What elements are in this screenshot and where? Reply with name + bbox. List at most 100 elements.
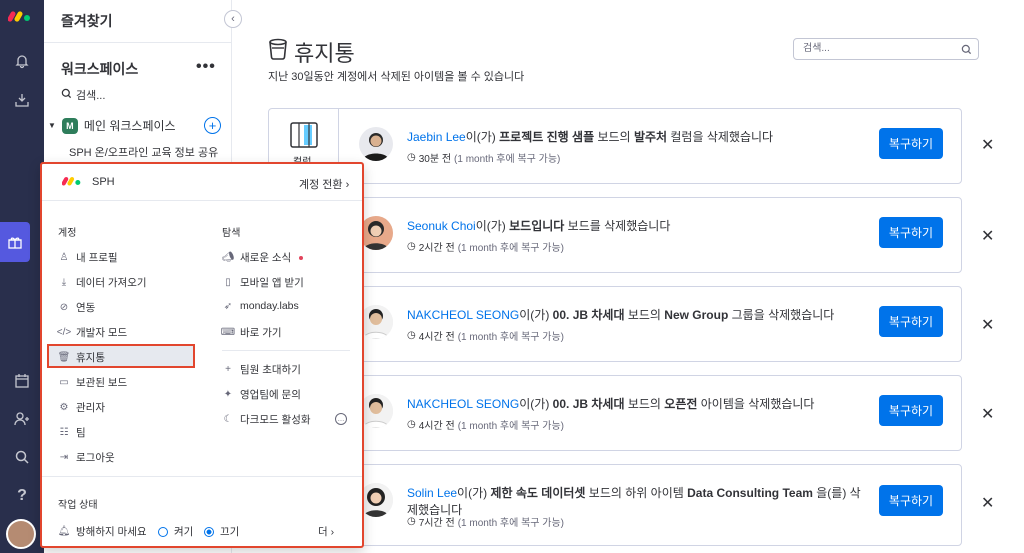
- restore-button[interactable]: 복구하기: [879, 128, 943, 159]
- menu-item-whats-new[interactable]: 📣︎ 새로운 소식: [221, 250, 304, 265]
- gift-icon[interactable]: [0, 222, 30, 262]
- more-button[interactable]: 더 ›: [318, 524, 334, 539]
- dnd-off-radio[interactable]: 끄기: [204, 524, 239, 539]
- gear-icon: ⚙: [59, 402, 69, 413]
- menu-item-trash[interactable]: 🗑︎ 휴지통: [58, 350, 105, 365]
- close-icon[interactable]: ✕: [981, 404, 994, 424]
- monday-logo: [61, 174, 82, 189]
- menu-item-shortcuts[interactable]: ⌨ 바로 가기: [221, 325, 282, 340]
- collapse-sidebar-button[interactable]: ‹: [224, 10, 242, 28]
- favorites-title[interactable]: 즐겨찾기: [61, 11, 113, 31]
- dnd-on-radio[interactable]: 켜기: [158, 524, 193, 539]
- user-link[interactable]: NAKCHEOL SEONG: [407, 308, 519, 322]
- text: 보드를 삭제했습니다: [564, 219, 671, 233]
- menu-item-label: 로그아웃: [76, 452, 115, 464]
- item-time: ◷ 30분 전 (1 month 후에 복구 가능): [407, 150, 560, 165]
- menu-item-contact-sales[interactable]: ✦ 영업팀에 문의: [222, 387, 301, 402]
- avatar: [359, 483, 393, 517]
- restore-button[interactable]: 복구하기: [879, 485, 943, 516]
- text: 그룹을 삭제했습니다: [728, 308, 835, 322]
- menu-item-logout[interactable]: ⇥ 로그아웃: [58, 450, 115, 465]
- divider: [222, 350, 350, 351]
- menu-item-developer[interactable]: </> 개발자 모드: [57, 325, 127, 340]
- search-icon[interactable]: [10, 445, 34, 469]
- time-text: 7시간 전: [418, 518, 455, 529]
- left-rail: ?: [0, 0, 44, 553]
- user-link[interactable]: Solin Lee: [407, 486, 457, 500]
- invite-user-icon[interactable]: [10, 407, 34, 431]
- close-icon[interactable]: ✕: [981, 226, 994, 246]
- team-icon: ☷: [59, 427, 69, 438]
- target-name: 발주처: [633, 130, 668, 144]
- menu-item-label: 영업팀에 문의: [240, 389, 301, 401]
- archive-icon: ▭: [59, 377, 69, 388]
- menu-item-invite[interactable]: + 팀원 초대하기: [222, 362, 301, 377]
- menu-item-profile[interactable]: ♙ 내 프로필: [58, 250, 118, 265]
- clock-icon: ◷: [407, 330, 416, 341]
- bell-icon[interactable]: [10, 49, 34, 73]
- restore-note: (1 month 후에 복구 가능): [457, 332, 565, 343]
- plus-icon: +: [225, 364, 231, 375]
- search-icon: [961, 43, 972, 63]
- help-icon[interactable]: ?: [10, 484, 34, 508]
- restore-button[interactable]: 복구하기: [879, 217, 943, 248]
- avatar[interactable]: [6, 519, 36, 549]
- item-description: NAKCHEOL SEONG이(가) 00. JB 차세대 보드의 New Gr…: [407, 306, 834, 323]
- more-icon[interactable]: •••: [196, 58, 216, 76]
- clock-icon: ◷: [407, 152, 416, 163]
- item-description: Jaebin Lee이(가) 프로젝트 진행 샘플 보드의 발주처 컬럼을 삭제…: [407, 128, 773, 145]
- restore-note: (1 month 후에 복구 가능): [454, 154, 561, 165]
- notification-dot: [299, 255, 304, 260]
- monday-logo[interactable]: [7, 8, 32, 25]
- menu-item-archived[interactable]: ▭ 보관된 보드: [58, 375, 127, 390]
- megaphone-icon: 📣︎: [221, 252, 235, 263]
- target-name: New Group: [664, 308, 729, 322]
- column-icon: [290, 122, 318, 148]
- restore-button[interactable]: 복구하기: [879, 306, 943, 337]
- trash-search-input[interactable]: 검색...: [793, 38, 979, 60]
- close-icon[interactable]: ✕: [981, 493, 994, 513]
- text: 아이템을 삭제했습니다: [697, 397, 815, 411]
- menu-item-integrations[interactable]: ⊘ 연동: [58, 300, 96, 315]
- page-subtitle: 지난 30일동안 계정에서 삭제된 아이템을 볼 수 있습니다: [268, 71, 525, 83]
- search-placeholder: 검색...: [803, 43, 830, 54]
- item-time: ◷ 2시간 전 (1 month 후에 복구 가능): [407, 239, 564, 254]
- menu-item-label: 데이터 가져오기: [76, 277, 147, 289]
- text: 이(가): [519, 397, 553, 411]
- handshake-icon: ✦: [223, 389, 233, 400]
- item-description: NAKCHEOL SEONG이(가) 00. JB 차세대 보드의 오픈전 아이…: [407, 395, 814, 412]
- restore-button[interactable]: 복구하기: [879, 395, 943, 426]
- user-icon: ♙: [59, 252, 69, 263]
- calendar-icon[interactable]: [10, 369, 34, 393]
- user-link[interactable]: Jaebin Lee: [407, 130, 466, 144]
- divider: [42, 200, 362, 201]
- user-link[interactable]: NAKCHEOL SEONG: [407, 397, 519, 411]
- menu-item-admin[interactable]: ⚙ 관리자: [58, 400, 105, 415]
- board-name: 제한 속도 데이터셋: [490, 486, 586, 500]
- menu-item-labs[interactable]: ➶ monday.labs: [222, 300, 299, 312]
- main-workspace-selector[interactable]: ▼ M 메인 워크스페이스: [48, 117, 176, 134]
- rocket-icon: ➶: [223, 300, 233, 312]
- board-name: 00. JB 차세대: [552, 308, 625, 322]
- restore-note: (1 month 후에 복구 가능): [457, 518, 565, 529]
- radio-label: 켜기: [174, 526, 194, 538]
- trash-item: NAKCHEOL SEONG이(가) 00. JB 차세대 보드의 New Gr…: [268, 286, 994, 362]
- close-icon[interactable]: ✕: [981, 135, 994, 155]
- menu-item-dark-mode[interactable]: ☾ 다크모드 활성화: [222, 412, 311, 427]
- explore-section-header: 탐색: [222, 228, 241, 239]
- divider: [44, 42, 232, 43]
- radio-label: 끄기: [220, 526, 240, 538]
- sidebar-board-item[interactable]: SPH 온/오프라인 교육 정보 공유: [69, 144, 218, 160]
- chat-icon[interactable]: …: [335, 413, 347, 425]
- menu-item-mobile-app[interactable]: ▯ 모바일 앱 받기: [222, 275, 304, 290]
- menu-item-teams[interactable]: ☷ 팀: [58, 425, 86, 440]
- switch-account-button[interactable]: 계정 전환 ›: [299, 176, 349, 192]
- sidebar-search[interactable]: 검색...: [61, 87, 105, 103]
- user-link[interactable]: Seonuk Choi: [407, 219, 476, 233]
- close-icon[interactable]: ✕: [981, 315, 994, 335]
- inbox-icon[interactable]: [10, 88, 34, 112]
- trash-item: 컬럼 Jaebin Lee이(가) 프로젝트 진행 샘플 보드의 발주처 컬럼을…: [268, 108, 994, 184]
- clock-icon: ◷: [407, 516, 416, 527]
- menu-item-import[interactable]: ⤓ 데이터 가져오기: [58, 275, 147, 290]
- add-icon[interactable]: +: [204, 117, 221, 134]
